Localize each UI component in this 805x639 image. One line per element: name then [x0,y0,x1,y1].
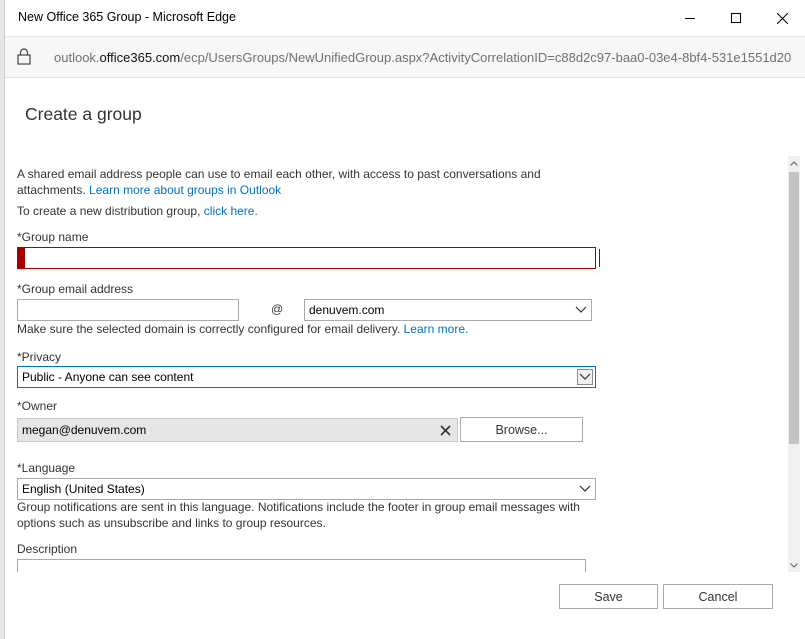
scroll-down-button[interactable] [788,558,800,572]
owner-label: *Owner [17,399,58,413]
privacy-label: *Privacy [17,350,62,364]
group-name-label: *Group name [17,230,89,244]
group-name-input[interactable] [17,247,596,269]
minimize-button[interactable] [667,0,713,36]
language-value: English (United States) [22,482,145,496]
close-icon [776,12,788,24]
domain-hint-text: Make sure the selected domain is correct… [17,322,401,336]
language-hint: Group notifications are sent in this lan… [17,500,580,530]
maximize-button[interactable] [713,0,759,36]
form-content: A shared email address people can use to… [5,156,788,572]
learn-more-groups-link[interactable]: Learn more about groups in Outlook [89,183,281,197]
chevron-down-icon [577,369,593,385]
chevron-down-icon [573,302,589,318]
owner-field: megan@denuvem.com [17,418,458,442]
group-email-input[interactable] [17,299,239,321]
domain-value: denuvem.com [309,303,385,317]
remove-icon [439,424,451,436]
learn-more-domain-link[interactable]: Learn more. [404,322,469,336]
page-title: Create a group [25,104,142,124]
distribution-paragraph: To create a new distribution group, clic… [17,203,258,219]
text-cursor [599,249,600,267]
privacy-value: Public - Anyone can see content [22,370,194,384]
scroll-thumb[interactable] [789,172,799,444]
url-host: office365.com [99,50,181,65]
click-here-link[interactable]: click here. [204,204,258,218]
lock-icon [17,48,31,70]
domain-select[interactable]: denuvem.com [304,299,592,321]
domain-hint: Make sure the selected domain is correct… [17,321,468,337]
url-text[interactable]: outlook.office365.com/ecp/UsersGroups/Ne… [54,50,791,65]
scroll-down-icon [790,562,798,568]
url-path: /ecp/UsersGroups/NewUnifiedGroup.aspx?Ac… [180,50,792,65]
scrollbar[interactable] [788,156,800,572]
error-indicator [18,248,25,268]
scroll-up-icon [790,160,798,166]
privacy-select[interactable]: Public - Anyone can see content [17,366,596,388]
group-email-label: *Group email address [17,282,134,296]
close-window-button[interactable] [759,0,805,36]
save-button[interactable]: Save [559,584,658,609]
title-bar: New Office 365 Group - Microsoft Edge [5,0,805,36]
description-textarea[interactable] [17,559,586,572]
maximize-icon [731,13,741,23]
cancel-button[interactable]: Cancel [663,584,773,609]
chevron-down-icon [577,481,593,497]
language-label: *Language [17,461,76,475]
owner-value: megan@denuvem.com [22,423,147,437]
distribution-text: To create a new distribution group, [17,204,201,218]
intro-paragraph: A shared email address people can use to… [17,166,557,198]
minimize-icon [685,18,695,19]
browse-button[interactable]: Browse... [460,417,583,442]
window-title: New Office 365 Group - Microsoft Edge [18,10,236,24]
description-label: Description [17,542,78,556]
scroll-up-button[interactable] [788,156,800,170]
remove-owner-button[interactable] [433,419,457,441]
address-bar: outlook.office365.com/ecp/UsersGroups/Ne… [5,36,805,78]
url-prefix: outlook. [54,50,100,65]
at-symbol: @ [271,302,284,316]
language-select[interactable]: English (United States) [17,478,596,500]
